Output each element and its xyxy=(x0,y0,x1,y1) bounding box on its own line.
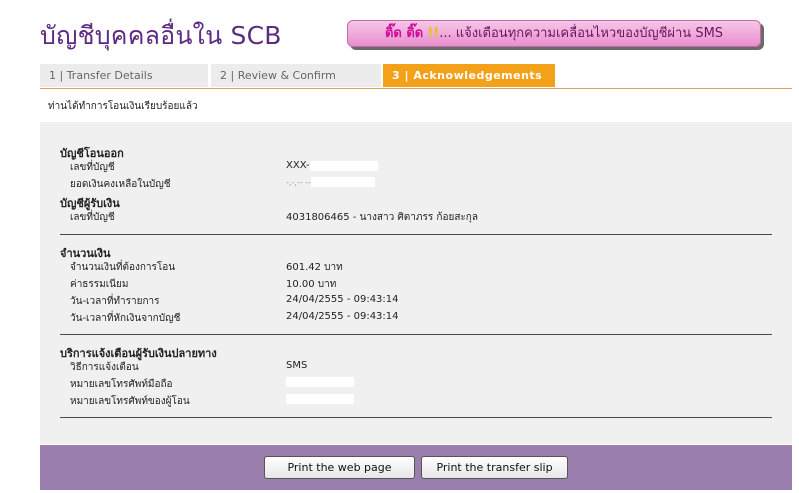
from-account-row: เลขที่บัญชี XXX- xyxy=(60,160,772,177)
divider xyxy=(60,417,772,418)
balance-label: ยอดเงินคงเหลือในบัญชี xyxy=(70,179,171,190)
transaction-datetime-row: วัน-เวลาที่ทำรายการ 24/04/2555 - 09:43:1… xyxy=(70,294,399,307)
notify-title: บริการแจ้งเตือนผู้รับเงินปลายทาง xyxy=(60,347,217,360)
sms-promo-banner[interactable]: ติ๊ด ติ๊ด !!... แจ้งเตือนทุกความเคลื่อนไ… xyxy=(347,20,761,47)
print-web-page-button[interactable]: Print the web page xyxy=(264,456,415,479)
promo-text: ... แจ้งเตือนทุกความเคลื่อนไหวของบัญชีผ่… xyxy=(439,26,724,41)
to-account-title: บัญชีผู้รับเงิน xyxy=(60,197,120,210)
amount-title: จำนวนเงิน xyxy=(60,247,111,260)
mobile-row: หมายเลขโทรศัพท์มือถือ xyxy=(60,377,772,394)
mobile-redacted xyxy=(286,377,354,388)
receipt-panel: บัญชีโอนออก เลขที่บัญชี XXX- ยอดเงินคงเห… xyxy=(40,122,792,444)
divider xyxy=(60,334,772,335)
notify-method-value: SMS xyxy=(286,360,308,371)
from-account-label: เลขที่บัญชี xyxy=(70,162,115,173)
fee-row: ค่าธรรมเนียม 10.00 บาท xyxy=(70,279,337,290)
notify-section: บริการแจ้งเตือนผู้รับเงินปลายทาง วิธีการ… xyxy=(60,344,772,411)
notify-method-row: วิธีการแจ้งเตือน SMS xyxy=(70,360,308,373)
sender-phone-redacted xyxy=(286,394,354,405)
divider xyxy=(60,234,772,235)
success-message: ท่านได้ทำการโอนเงินเรียบร้อยแล้ว xyxy=(48,101,198,112)
to-account-label: เลขที่บัญชี xyxy=(70,212,115,223)
action-bar: Print the web page Print the transfer sl… xyxy=(40,445,792,490)
step-acknowledgements: 3 | Acknowledgements xyxy=(383,64,555,87)
print-transfer-slip-button[interactable]: Print the transfer slip xyxy=(421,456,568,479)
sender-phone-row: หมายเลขโทรศัพท์ของผู้โอน xyxy=(60,394,772,411)
debit-datetime-row: วัน-เวลาที่หักเงินจากบัญชี 24/04/2555 - … xyxy=(70,311,399,324)
from-account-title: บัญชีโอนออก xyxy=(60,147,124,160)
to-account-section: บัญชีผู้รับเงิน เลขที่บัญชี 4031806465 -… xyxy=(60,194,772,227)
to-account-value: 4031806465 - นางสาว ศิตาภรร ก้อยสะกุล xyxy=(286,212,478,223)
step-transfer-details: 1 | Transfer Details xyxy=(40,64,209,87)
from-account-value: XXX- xyxy=(286,160,378,172)
amount-section: จำนวนเงิน จำนวนเงินที่ต้องการโอน 601.42 … xyxy=(60,244,772,328)
amount-row: จำนวนเงินที่ต้องการโอน 601.42 บาท xyxy=(70,262,343,273)
promo-prefix: ติ๊ด ติ๊ด xyxy=(384,26,424,41)
promo-bang: !! xyxy=(427,26,440,41)
balance-value: -,-,-- -- xyxy=(286,177,375,188)
balance-row: ยอดเงินคงเหลือในบัญชี -,-,-- -- xyxy=(60,177,772,194)
step-tabs: 1 | Transfer Details 2 | Review & Confir… xyxy=(40,64,792,89)
from-account-section: บัญชีโอนออก เลขที่บัญชี XXX- ยอดเงินคงเห… xyxy=(60,144,772,194)
step-review-confirm: 2 | Review & Confirm xyxy=(211,64,381,87)
page-title: บัญชีบุคคลอื่นใน SCB xyxy=(40,21,282,50)
to-account-row: เลขที่บัญชี 4031806465 - นางสาว ศิตาภรร … xyxy=(60,210,772,227)
